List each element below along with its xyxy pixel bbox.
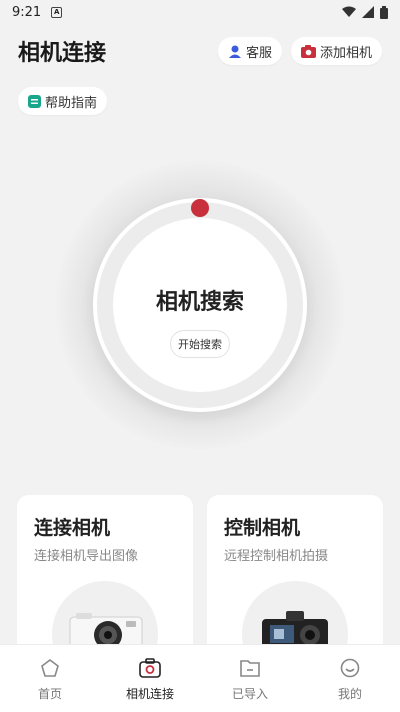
status-bar: 9:21 A [0, 0, 400, 24]
help-guide-button[interactable]: 帮助指南 [18, 87, 108, 115]
control-camera-card[interactable]: 控制相机 远程控制相机拍摄 [207, 495, 383, 665]
headset-icon [228, 44, 242, 58]
connect-camera-card[interactable]: 连接相机 连接相机导出图像 [17, 495, 193, 665]
status-time: 9:21 [12, 4, 42, 20]
page-title: 相机连接 [18, 40, 107, 66]
signal-icon [362, 6, 374, 18]
battery-icon [380, 5, 388, 19]
bottom-navigation: 首页 相机连接 已导入 我的 [0, 644, 400, 712]
status-icons [342, 5, 388, 19]
customer-service-button[interactable]: 客服 [218, 37, 283, 65]
control-camera-subtitle: 远程控制相机拍摄 [224, 549, 329, 564]
add-camera-label: 添加相机 [319, 45, 372, 61]
nav-imported-label: 已导入 [231, 687, 268, 701]
nav-imported[interactable]: 已导入 [200, 645, 300, 712]
header: 相机连接 客服 添加相机 [18, 36, 382, 66]
control-camera-title: 控制相机 [224, 517, 301, 539]
nav-camera-connect-label: 相机连接 [125, 687, 174, 701]
wifi-icon [342, 6, 356, 17]
nav-mine-label: 我的 [337, 687, 362, 701]
connect-camera-title: 连接相机 [34, 517, 111, 539]
add-camera-button[interactable]: 添加相机 [290, 37, 382, 65]
home-pentagon-icon [40, 657, 60, 679]
start-search-button[interactable]: 开始搜索 [170, 330, 230, 358]
camera-icon [139, 657, 161, 679]
dial-title: 相机搜索 [155, 290, 244, 315]
smile-face-icon [340, 657, 360, 679]
camera-icon [300, 44, 316, 58]
nav-home[interactable]: 首页 [0, 645, 100, 712]
customer-service-label: 客服 [246, 45, 273, 61]
notification-a-icon: A [51, 6, 63, 18]
folder-icon [239, 657, 261, 679]
nav-mine[interactable]: 我的 [300, 645, 400, 712]
help-guide-label: 帮助指南 [45, 95, 98, 111]
dial-indicator-dot [191, 199, 209, 217]
nav-home-label: 首页 [37, 687, 62, 701]
nav-camera-connect[interactable]: 相机连接 [100, 645, 200, 712]
camera-search-dial: 相机搜索 开始搜索 [55, 160, 345, 450]
document-icon [28, 94, 41, 108]
connect-camera-subtitle: 连接相机导出图像 [34, 549, 139, 564]
